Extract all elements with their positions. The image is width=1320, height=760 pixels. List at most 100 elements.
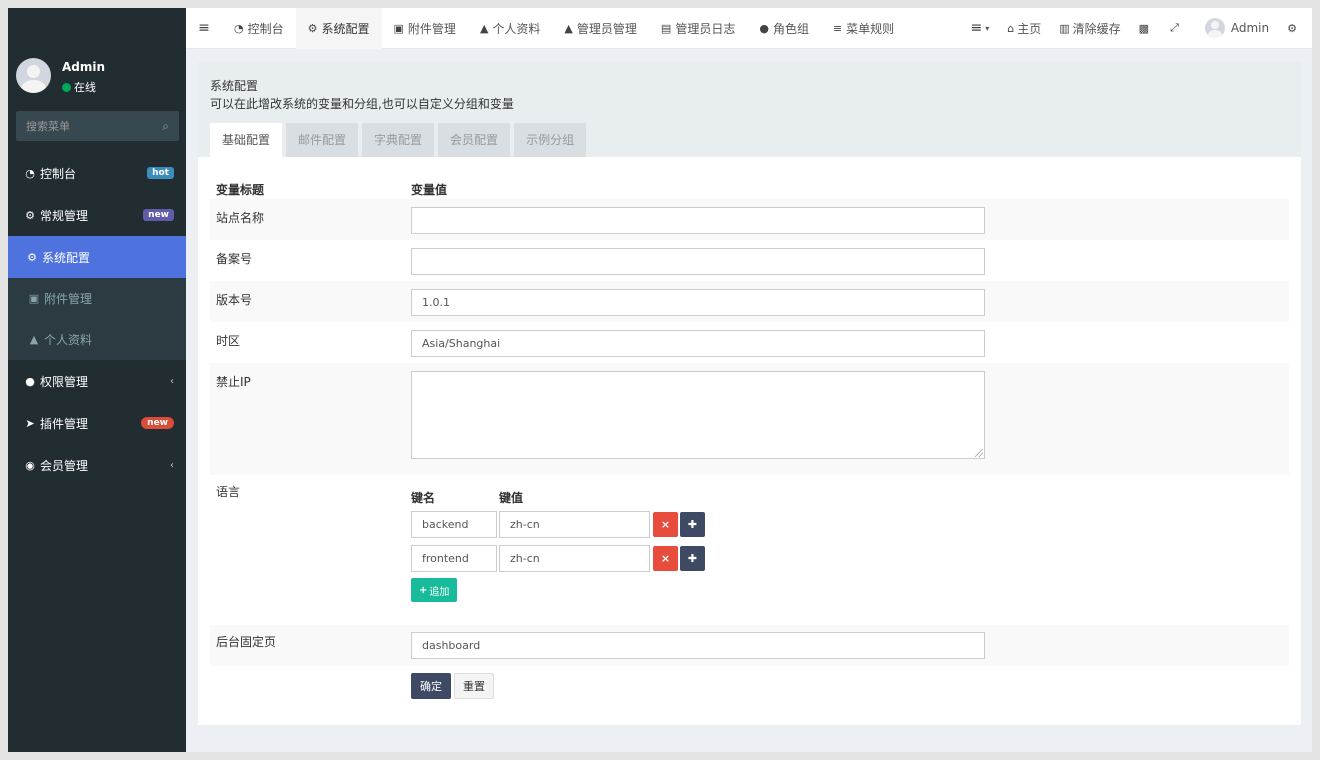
row-version: 版本号 1.0.1 xyxy=(210,281,1289,322)
user-panel: Admin 在线 xyxy=(8,8,186,108)
cogs-icon: ⚙ xyxy=(25,208,35,222)
field-label: 版本号 xyxy=(216,293,253,307)
tab-label: 附件管理 xyxy=(407,21,456,36)
sidebar-item-label: 会员管理 xyxy=(40,458,89,473)
tab-label: 管理员管理 xyxy=(576,21,637,36)
tab-attachments[interactable]: ▣ 附件管理 xyxy=(382,8,468,49)
close-icon: × xyxy=(660,552,671,565)
group-icon: ● xyxy=(759,21,769,35)
sidebar-search-input[interactable]: 搜索菜单 ⌕ xyxy=(16,111,179,141)
clear-cache-button[interactable]: ▥ 清除缓存 xyxy=(1050,20,1129,37)
tab-email[interactable]: 邮件配置 xyxy=(286,123,359,157)
beian-input[interactable] xyxy=(411,248,985,275)
home-icon: ⌂ xyxy=(1007,21,1015,35)
drag-row-button[interactable]: ✚ xyxy=(680,546,705,571)
field-label: 时区 xyxy=(216,334,241,348)
sidebar-item-dashboard[interactable]: ◔ 控制台 hot xyxy=(8,152,186,194)
sidebar-item-profile[interactable]: ▲ 个人资料 xyxy=(8,319,186,360)
new-badge: new xyxy=(143,209,174,221)
language-key-input[interactable]: backend xyxy=(411,511,497,538)
sidebar-item-label: 常规管理 xyxy=(40,208,89,223)
resize-handle-icon[interactable] xyxy=(975,449,983,457)
tab-profile[interactable]: ▲ 个人资料 xyxy=(468,8,552,49)
sidebar-menu: ◔ 控制台 hot ⚙ 常规管理 new ⚙ 系统配置 ▣ 附件管理 ▲ 个人资… xyxy=(8,152,186,486)
key-column-header: 键名 xyxy=(411,491,436,505)
gear-icon: ⚙ xyxy=(307,21,318,35)
tab-admin-log[interactable]: ▤ 管理员日志 xyxy=(649,8,747,49)
chevron-left-icon: ‹ xyxy=(170,459,174,471)
home-button[interactable]: ⌂ 主页 xyxy=(998,20,1050,37)
settings-button[interactable]: ⚙ xyxy=(1278,22,1312,35)
user-icon: ▲ xyxy=(564,21,573,35)
sidebar-item-label: 控制台 xyxy=(40,166,77,181)
group-icon: ● xyxy=(25,374,35,388)
row-site-name: 站点名称 xyxy=(210,199,1289,240)
reset-button[interactable]: 重置 xyxy=(454,673,494,699)
forbidden-ip-textarea[interactable] xyxy=(411,371,985,459)
cogs-icon: ⚙ xyxy=(1287,21,1297,35)
sidebar-item-system-config[interactable]: ⚙ 系统配置 xyxy=(8,236,186,278)
language-value-input[interactable]: zh-cn xyxy=(499,511,650,538)
tab-admin-manage[interactable]: ▲ 管理员管理 xyxy=(552,8,648,49)
bars-icon: ≡ xyxy=(832,21,843,35)
sidebar-item-general[interactable]: ⚙ 常规管理 new xyxy=(8,194,186,236)
confirm-button[interactable]: 确定 xyxy=(411,673,451,699)
sidebar-toggle-icon[interactable]: ≡ xyxy=(186,20,222,36)
row-beian: 备案号 xyxy=(210,240,1289,281)
fullscreen-icon: ⤢ xyxy=(1170,21,1179,34)
sidebar-item-members[interactable]: ◉ 会员管理 ‹ xyxy=(8,444,186,486)
sidebar-item-permissions[interactable]: ● 权限管理 ‹ xyxy=(8,360,186,402)
tab-example[interactable]: 示例分组 xyxy=(514,123,587,157)
tab-dashboard[interactable]: ◔ 控制台 xyxy=(222,8,296,49)
language-button[interactable]: ▩ xyxy=(1130,22,1161,35)
tab-basic[interactable]: 基础配置 xyxy=(210,123,283,157)
tab-menu-rules[interactable]: ≡ 菜单规则 xyxy=(821,8,906,49)
language-key-input[interactable]: frontend xyxy=(411,545,497,572)
user-circle-icon: ◉ xyxy=(25,458,35,472)
append-row-button[interactable]: + 追加 xyxy=(411,578,458,602)
online-dot-icon xyxy=(62,82,71,92)
tab-member[interactable]: 会员配置 xyxy=(438,123,511,157)
fixed-page-input[interactable]: dashboard xyxy=(411,632,985,659)
dashboard-icon: ◔ xyxy=(234,21,244,35)
home-label: 主页 xyxy=(1017,21,1042,36)
remove-row-button[interactable]: × xyxy=(653,512,678,537)
site-name-input[interactable] xyxy=(411,207,985,234)
field-label: 语言 xyxy=(216,485,241,499)
sidebar-item-label: 权限管理 xyxy=(40,374,89,389)
column-header-title: 变量标题 xyxy=(216,183,265,197)
arrows-icon: ✚ xyxy=(687,518,698,531)
remove-row-button[interactable]: × xyxy=(653,546,678,571)
new-badge: new xyxy=(141,417,174,429)
drag-row-button[interactable]: ✚ xyxy=(680,512,705,537)
search-icon[interactable]: ⌕ xyxy=(162,119,169,134)
dashboard-icon: ◔ xyxy=(25,166,35,180)
user-status-label: 在线 xyxy=(74,81,96,94)
arrows-icon: ✚ xyxy=(687,552,698,565)
user-icon: ▲ xyxy=(479,21,489,35)
language-value-input[interactable]: zh-cn xyxy=(499,545,650,572)
tab-label: 菜单规则 xyxy=(846,21,895,36)
user-menu-button[interactable]: Admin xyxy=(1191,18,1278,38)
list-icon: ≡ xyxy=(970,20,983,36)
tabs-dropdown-button[interactable]: ≡ ▾ xyxy=(961,20,998,36)
panel-heading: 系统配置 可以在此增改系统的变量和分组,也可以自定义分组和变量 基础配置 邮件配… xyxy=(198,62,1301,157)
tab-system-config[interactable]: ⚙ 系统配置 xyxy=(295,8,382,49)
version-input[interactable]: 1.0.1 xyxy=(411,289,985,316)
file-image-icon: ▣ xyxy=(28,292,40,305)
field-label: 站点名称 xyxy=(216,211,265,225)
sidebar-item-plugins[interactable]: ➤ 插件管理 new xyxy=(8,402,186,444)
config-group-tabs: 基础配置 邮件配置 字典配置 会员配置 示例分组 xyxy=(210,123,590,157)
caret-down-icon: ▾ xyxy=(985,23,990,33)
fullscreen-button[interactable]: ⤢ xyxy=(1161,21,1191,35)
tab-role-group[interactable]: ● 角色组 xyxy=(747,8,821,49)
rocket-icon: ➤ xyxy=(25,416,35,430)
hot-badge: hot xyxy=(147,167,174,179)
sidebar-item-attachments[interactable]: ▣ 附件管理 xyxy=(8,278,186,319)
sidebar-item-label: 插件管理 xyxy=(40,416,89,431)
timezone-input[interactable]: Asia/Shanghai xyxy=(411,330,985,357)
tab-dictionary[interactable]: 字典配置 xyxy=(362,123,435,157)
gear-icon: ⚙ xyxy=(27,250,37,264)
column-header-value: 变量值 xyxy=(411,183,448,197)
sidebar-item-label: 附件管理 xyxy=(44,292,93,306)
